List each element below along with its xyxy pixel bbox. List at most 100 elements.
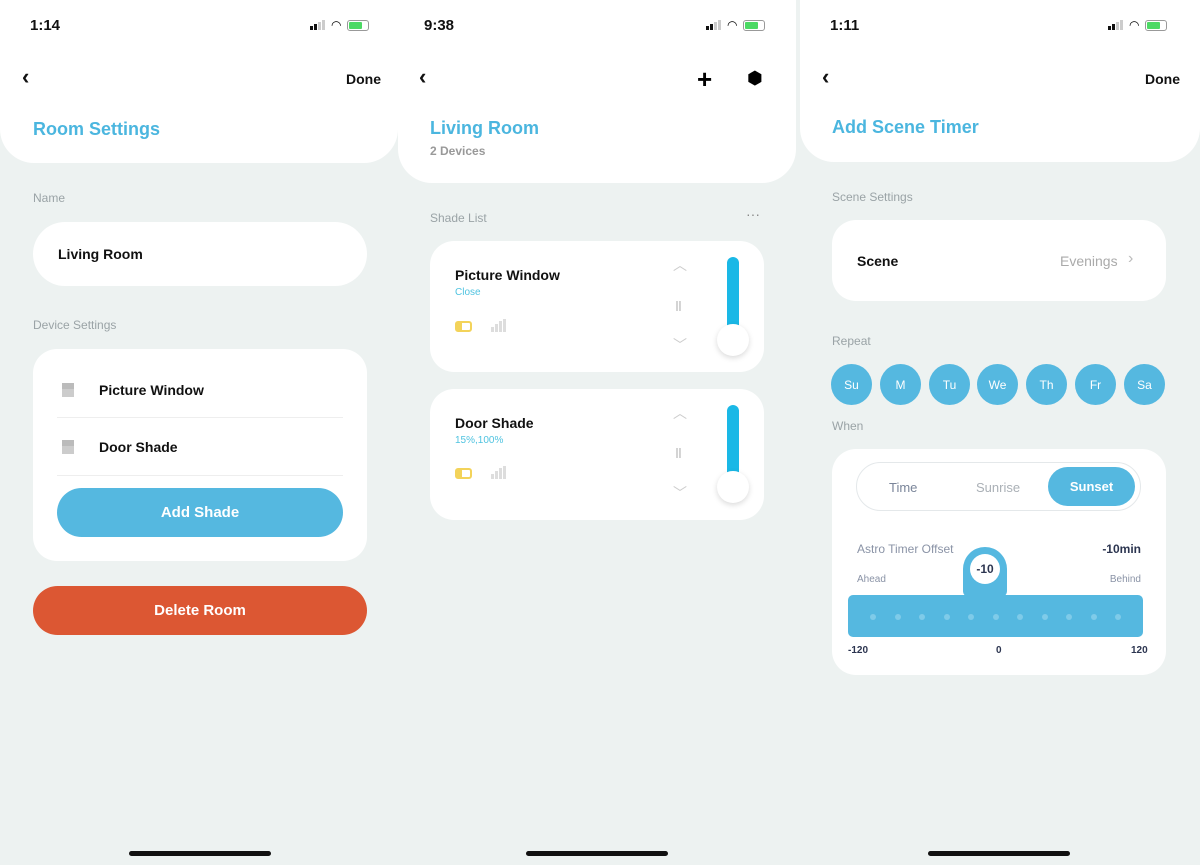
home-indicator [928, 851, 1070, 856]
slider-tick-dot [1017, 614, 1023, 620]
day-m[interactable]: M [880, 364, 921, 405]
status-time: 1:14 [30, 17, 61, 34]
chevron-right-icon: › [1128, 250, 1134, 267]
slider-tick-dot [870, 614, 876, 620]
offset-knob[interactable]: -10 [970, 554, 1000, 584]
wifi-icon: ◠ [1129, 18, 1140, 32]
name-label: Name [33, 191, 66, 205]
device-settings-card: Picture Window Door Shade Add Shade [33, 349, 367, 561]
scene-selector[interactable]: Scene Evenings › [832, 220, 1166, 301]
signal-icon [706, 20, 721, 30]
slider-tick-dot [894, 614, 901, 620]
shade-slider-thumb[interactable] [717, 324, 749, 356]
signal-icon [491, 319, 506, 332]
shade-card-picture-window[interactable]: Picture Window Close ︿ ‖ ﹀ [430, 241, 764, 372]
slider-tick-dot [968, 614, 974, 620]
wifi-icon: ◠ [727, 18, 738, 32]
delete-room-button[interactable]: Delete Room [33, 586, 367, 635]
day-fr[interactable]: Fr [1075, 364, 1116, 405]
slider-min-label: -120 [848, 645, 869, 656]
shade-name: Picture Window [455, 267, 560, 283]
shade-list-label: Shade List [430, 211, 487, 225]
signal-icon [1108, 20, 1123, 30]
battery-icon [1145, 19, 1168, 31]
status-time: 9:38 [424, 17, 455, 34]
open-up-icon[interactable]: ︿ [673, 255, 687, 275]
day-th[interactable]: Th [1026, 364, 1067, 405]
day-sa[interactable]: Sa [1124, 364, 1165, 405]
ahead-label: Ahead [857, 574, 886, 585]
status-icons: ◠ [1108, 18, 1168, 32]
mode-sunset[interactable]: Sunset [1048, 467, 1135, 506]
offset-value: -10min [1102, 542, 1141, 556]
add-icon[interactable]: + [697, 64, 712, 95]
slider-tick-dot [1041, 614, 1048, 620]
shade-card-door-shade[interactable]: Door Shade 15%,100% ︿ ‖ ﹀ [430, 389, 764, 520]
signal-icon [491, 466, 506, 479]
slider-max-label: 120 [1131, 645, 1148, 656]
slider-tick-dot [992, 614, 999, 620]
behind-label: Behind [1109, 574, 1141, 585]
shade-slider-thumb[interactable] [717, 471, 749, 503]
shade-icon [62, 383, 74, 397]
close-down-icon[interactable]: ﹀ [673, 335, 687, 355]
offset-label: Astro Timer Offset [857, 542, 954, 556]
slider-tick-dot [1066, 614, 1072, 620]
done-button[interactable]: Done [1145, 71, 1180, 87]
close-down-icon[interactable]: ﹀ [673, 483, 687, 503]
more-icon[interactable]: ··· [746, 206, 760, 222]
living-room-screen: 9:38 ◠ ‹ + ⬢ Living Room 2 Devices Shade… [398, 0, 800, 865]
page-title: Room Settings [33, 119, 161, 139]
add-scene-timer-screen: 1:11 ◠ ‹ Done Add Scene Timer Scene Sett… [800, 0, 1200, 865]
back-chevron-icon[interactable]: ‹ [419, 64, 426, 90]
device-row-picture-window[interactable]: Picture Window [99, 382, 204, 398]
scene-settings-label: Scene Settings [832, 190, 913, 204]
when-card: Time Sunrise Sunset Astro Timer Offset -… [832, 449, 1166, 675]
shade-status: Close [455, 287, 481, 298]
pause-icon[interactable]: ‖ [675, 445, 682, 461]
back-chevron-icon[interactable]: ‹ [822, 64, 829, 90]
slider-tick-dot [1090, 614, 1097, 620]
done-button[interactable]: Done [346, 71, 381, 87]
device-row-door-shade[interactable]: Door Shade [99, 439, 178, 455]
page-title: Add Scene Timer [832, 117, 979, 137]
slider-tick-dot [919, 614, 925, 620]
day-tu[interactable]: Tu [929, 364, 970, 405]
scene-label: Scene [857, 253, 899, 269]
repeat-label: Repeat [832, 334, 871, 348]
shade-name: Door Shade [455, 415, 534, 431]
status-icons: ◠ [706, 18, 766, 32]
open-up-icon[interactable]: ︿ [673, 403, 687, 423]
status-time: 1:11 [830, 17, 860, 34]
battery-low-icon [455, 321, 472, 332]
device-count: 2 Devices [430, 144, 486, 158]
room-settings-screen: 1:14 ◠ ‹ Done Room Settings Name Living … [0, 0, 398, 865]
shade-icon [62, 440, 74, 454]
room-name-input[interactable]: Living Room [33, 222, 367, 286]
slider-tick-dot [943, 614, 950, 620]
settings-hexagon-icon[interactable]: ⬢ [747, 68, 763, 89]
battery-icon [743, 19, 766, 31]
device-settings-label: Device Settings [33, 318, 117, 332]
home-indicator [129, 851, 271, 856]
room-name-value: Living Room [58, 246, 143, 262]
slider-mid-label: 0 [996, 645, 1002, 656]
scene-value: Evenings [1060, 253, 1118, 269]
page-title: Living Room [430, 118, 539, 138]
mode-sunrise[interactable]: Sunrise [976, 480, 1020, 495]
status-icons: ◠ [310, 18, 370, 32]
divider [57, 475, 343, 476]
back-chevron-icon[interactable]: ‹ [22, 64, 29, 90]
battery-icon [347, 19, 370, 31]
battery-low-icon [455, 468, 472, 479]
home-indicator [526, 851, 668, 856]
mode-time[interactable]: Time [889, 480, 917, 495]
pause-icon[interactable]: ‖ [675, 298, 682, 314]
shade-status: 15%,100% [455, 435, 504, 446]
day-su[interactable]: Su [831, 364, 872, 405]
slider-tick-dot [1115, 614, 1121, 620]
add-shade-button[interactable]: Add Shade [57, 488, 343, 537]
when-label: When [832, 419, 864, 433]
signal-icon [310, 20, 325, 30]
day-we[interactable]: We [977, 364, 1018, 405]
